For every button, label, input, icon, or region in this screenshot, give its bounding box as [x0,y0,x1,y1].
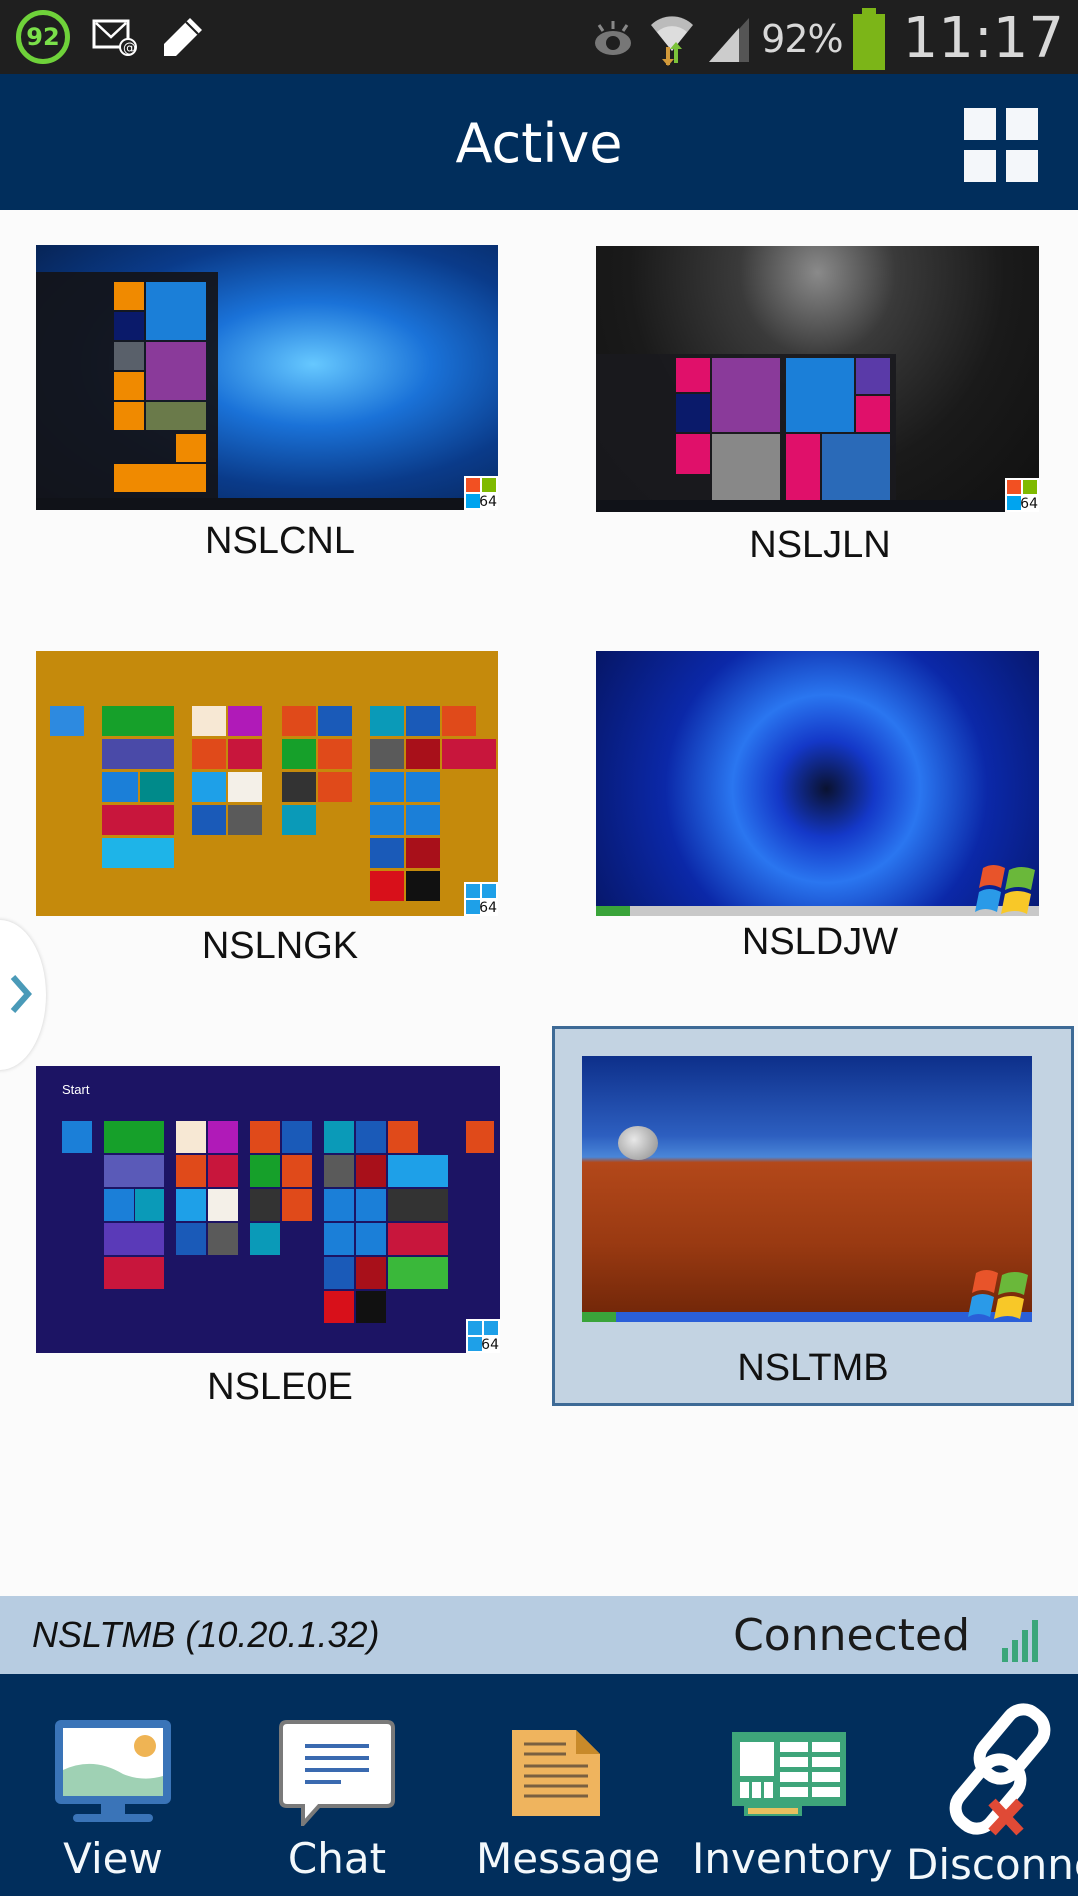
desktop-thumbnail: 64 [36,651,498,916]
inventory-label: Inventory [692,1834,893,1883]
computer-tile[interactable]: NSLDJW [560,635,1078,1005]
computer-name: NSLDJW [741,921,899,963]
desktop-thumbnail [596,651,1039,916]
computer-name: NSLJLN [749,524,891,566]
score-badge-icon: 92 [16,10,70,64]
connection-status-bar: NSLTMB (10.20.1.32) Connected [0,1596,1078,1674]
connected-computer: NSLTMB (10.20.1.32) [32,1614,380,1655]
disconnect-label: Disconne [906,1840,1078,1889]
windows-xp-logo-icon [968,1270,1028,1319]
message-button[interactable]: Message [476,1674,661,1896]
pen-icon [164,18,202,56]
windows-8-badge-icon: 64 [466,1319,500,1353]
message-label: Message [476,1834,661,1883]
computer-name: NSLNGK [201,925,359,967]
arch-badge: 64 [479,900,497,916]
desktop-thumbnail [582,1056,1032,1322]
view-button[interactable]: View [40,1674,186,1896]
computer-tile[interactable]: 64 NSLCNL [20,230,540,600]
signal-strength-icon [1002,1618,1046,1662]
grid-icon [964,108,996,140]
arch-badge: 64 [481,1337,499,1353]
chat-button[interactable]: Chat [264,1674,410,1896]
battery-icon [852,7,885,70]
arch-badge: 64 [479,494,497,510]
clock: 11:17 [902,6,1064,71]
computer-tile[interactable]: 64 NSLNGK [20,635,540,1005]
windows-10-badge-icon: 64 [1005,478,1039,512]
bottom-toolbar: View Chat Message Inventory Disconn [0,1674,1078,1896]
windows-8-badge-icon: 64 [464,882,498,916]
arch-badge: 64 [1020,496,1038,512]
score-badge-value: 92 [26,23,60,51]
chat-label: Chat [287,1834,387,1883]
page-title: Active [455,112,623,175]
circuit-board-icon [732,1732,846,1816]
monitor-icon [55,1720,171,1822]
cellular-signal-icon [709,17,750,62]
computer-grid: 64 NSLCNL 64 NSLJLN 64 NSLNGK NSLDJW Sta… [0,210,1078,1596]
inventory-button[interactable]: Inventory [692,1674,893,1896]
document-icon [512,1730,600,1816]
computer-tile-selected[interactable]: NSLTMB [552,1026,1074,1406]
app-bar: Active [0,74,1078,210]
grid-icon-cell [1006,150,1038,182]
broken-link-icon [949,1703,1051,1836]
computer-tile[interactable]: Start 64 NSLE0E [20,1048,540,1418]
view-label: View [63,1834,163,1883]
chevron-right-icon [10,975,32,1013]
computer-tile[interactable]: 64 NSLJLN [560,230,1078,600]
grid-view-button[interactable] [964,108,1040,182]
android-status-bar: 92 @ 92% 11:17 [0,0,1078,74]
desktop-thumbnail: 64 [36,245,498,510]
computer-name: NSLE0E [207,1366,353,1408]
grid-icon-cell [964,150,996,182]
battery-percent: 92% [761,16,843,61]
svg-text:@: @ [123,41,136,56]
windows-xp-logo-icon [975,865,1035,914]
disconnect-button[interactable]: Disconne [906,1674,1078,1896]
eye-icon [595,20,632,55]
windows-10-badge-icon: 64 [464,476,498,510]
desktop-thumbnail: Start 64 [36,1066,500,1353]
connection-status: Connected [733,1610,970,1661]
wifi-icon [651,15,694,66]
grid-icon-cell [1006,108,1038,140]
desktop-thumbnail: 64 [596,246,1039,512]
computer-name: NSLTMB [737,1347,889,1389]
email-icon: @ [92,19,137,56]
computer-name: NSLCNL [205,520,355,562]
chat-bubble-icon [279,1720,395,1826]
